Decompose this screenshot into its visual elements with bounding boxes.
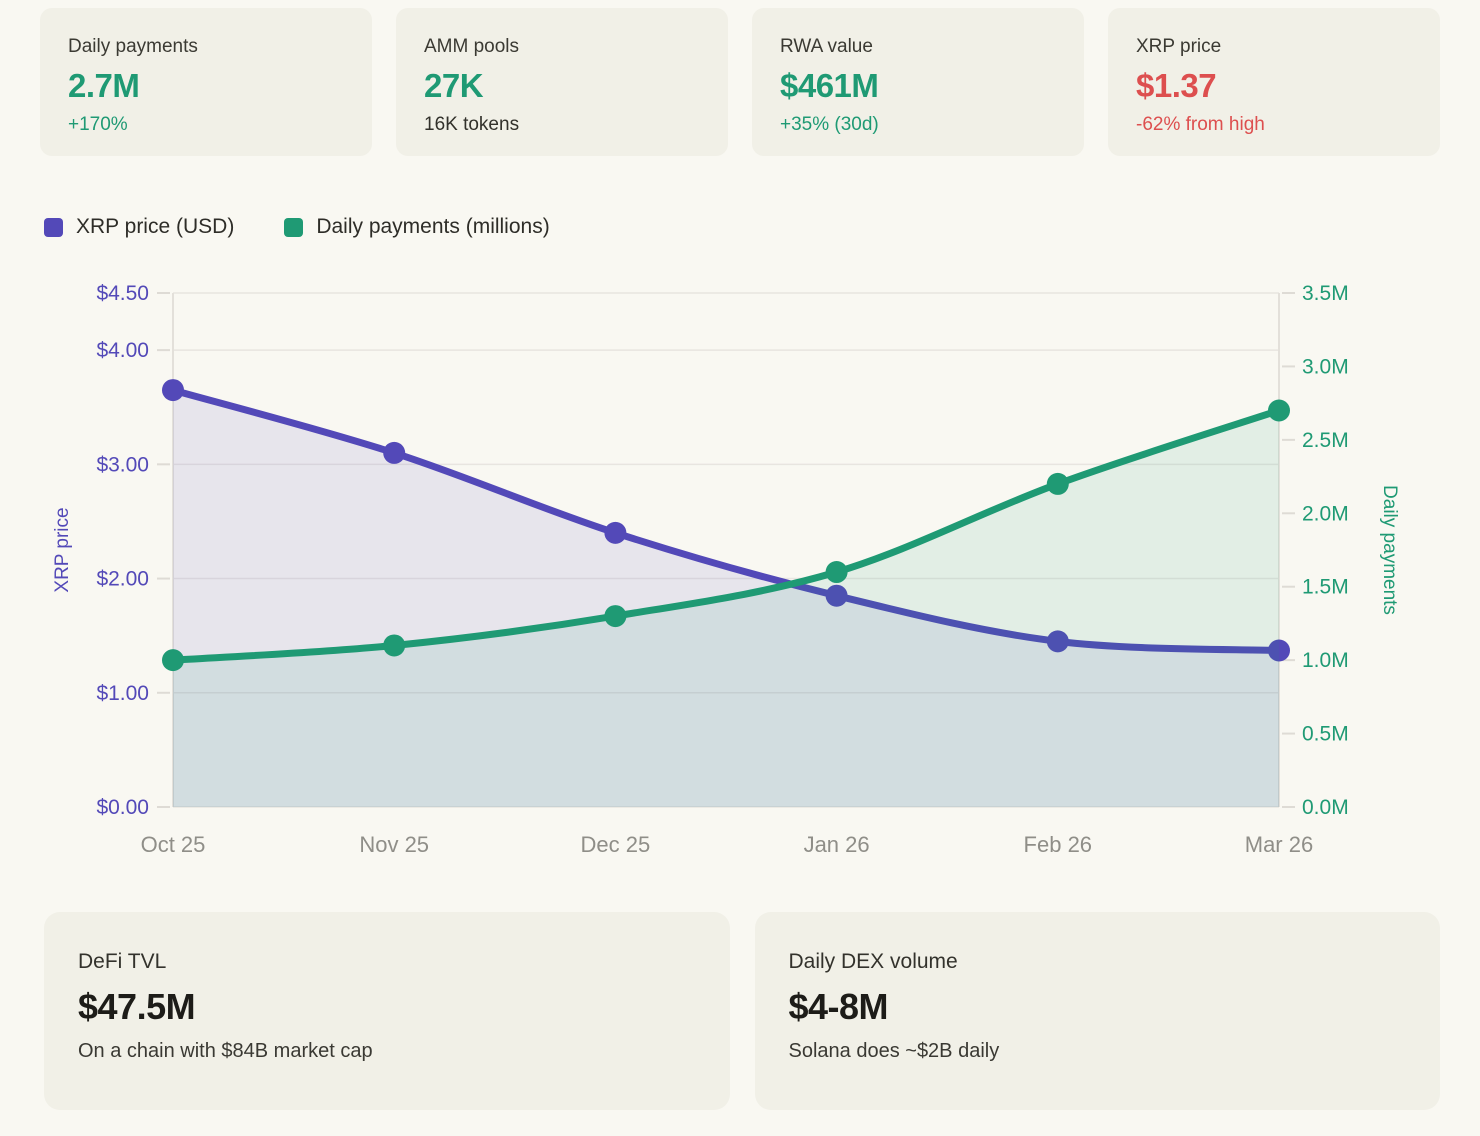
data-point <box>604 522 626 544</box>
stat-label: Daily payments <box>68 36 344 58</box>
stat-value: 27K <box>424 67 700 105</box>
left-axis-tick-label: $4.50 <box>96 282 149 305</box>
left-axis-tick-label: $0.00 <box>96 796 149 819</box>
stat-label: XRP price <box>1136 36 1412 58</box>
x-axis-tick-label: Nov 25 <box>359 832 429 857</box>
data-point <box>604 605 626 627</box>
card-sub: On a chain with $84B market cap <box>78 1040 694 1063</box>
right-axis-tick-label: 3.5M <box>1302 282 1349 305</box>
x-axis-tick-label: Jan 26 <box>804 832 870 857</box>
data-point <box>162 649 184 671</box>
card-defi-tvl: DeFi TVL $47.5M On a chain with $84B mar… <box>44 912 730 1110</box>
legend-swatch-green-icon <box>284 218 303 237</box>
stat-sub: +35% (30d) <box>780 114 1056 136</box>
x-axis: Oct 25 Nov 25 Dec 25 Jan 26 Feb 26 Mar 26 <box>141 832 1314 857</box>
x-axis-tick-label: Feb 26 <box>1024 832 1093 857</box>
card-value: $4-8M <box>789 986 1405 1028</box>
left-axis-tick-label: $2.00 <box>96 568 149 591</box>
legend-item-daily-payments[interactable]: Daily payments (millions) <box>284 215 549 239</box>
right-axis-tick-label: 3.0M <box>1302 355 1349 378</box>
right-axis-tick-label: 1.0M <box>1302 649 1349 672</box>
data-point <box>383 442 405 464</box>
data-point <box>383 634 405 656</box>
card-label: Daily DEX volume <box>789 950 1405 974</box>
card-daily-dex-volume: Daily DEX volume $4-8M Solana does ~$2B … <box>755 912 1441 1110</box>
x-axis-tick-label: Mar 26 <box>1245 832 1313 857</box>
stat-card-xrp-price: XRP price $1.37 -62% from high <box>1108 8 1440 156</box>
bottom-cards-row: DeFi TVL $47.5M On a chain with $84B mar… <box>44 912 1440 1110</box>
data-point <box>162 379 184 401</box>
stats-row: Daily payments 2.7M +170% AMM pools 27K … <box>40 8 1440 156</box>
legend-label: XRP price (USD) <box>76 215 234 239</box>
x-axis-tick-label: Dec 25 <box>581 832 651 857</box>
stat-label: AMM pools <box>424 36 700 58</box>
left-axis: $4.50 $4.00 $3.00 $2.00 $1.00 $0.00 XRP price <box>52 282 170 819</box>
stat-label: RWA value <box>780 36 1056 58</box>
right-axis-tick-label: 2.0M <box>1302 502 1349 525</box>
stat-card-daily-payments: Daily payments 2.7M +170% <box>40 8 372 156</box>
x-axis-tick-label: Oct 25 <box>141 832 206 857</box>
stat-card-amm-pools: AMM pools 27K 16K tokens <box>396 8 728 156</box>
legend-label: Daily payments (millions) <box>316 215 549 239</box>
data-point <box>1047 473 1069 495</box>
card-label: DeFi TVL <box>78 950 694 974</box>
right-axis-title: Daily payments <box>1379 485 1400 615</box>
stat-sub: +170% <box>68 114 344 136</box>
left-axis-tick-label: $4.00 <box>96 339 149 362</box>
dual-axis-line-chart: $4.50 $4.00 $3.00 $2.00 $1.00 $0.00 XRP price 3… <box>0 260 1480 880</box>
right-axis-tick-label: 1.5M <box>1302 576 1349 599</box>
card-value: $47.5M <box>78 986 694 1028</box>
left-axis-tick-label: $1.00 <box>96 682 149 705</box>
stat-value: 2.7M <box>68 67 344 105</box>
card-sub: Solana does ~$2B daily <box>789 1040 1405 1063</box>
legend-swatch-purple-icon <box>44 218 63 237</box>
legend-item-xrp-price[interactable]: XRP price (USD) <box>44 215 234 239</box>
stat-card-rwa-value: RWA value $461M +35% (30d) <box>752 8 1084 156</box>
right-axis: 3.5M 3.0M 2.5M 2.0M 1.5M 1.0M 0.5M 0.0M Daily pa… <box>1282 282 1400 819</box>
data-point <box>826 561 848 583</box>
stat-sub: 16K tokens <box>424 114 700 136</box>
right-axis-tick-label: 2.5M <box>1302 429 1349 452</box>
right-axis-tick-label: 0.5M <box>1302 723 1349 746</box>
stat-sub: -62% from high <box>1136 114 1412 136</box>
data-point <box>1268 399 1290 421</box>
right-axis-tick-label: 0.0M <box>1302 796 1349 819</box>
stat-value: $461M <box>780 67 1056 105</box>
left-axis-tick-label: $3.00 <box>96 453 149 476</box>
stat-value: $1.37 <box>1136 67 1412 105</box>
chart-legend: XRP price (USD) Daily payments (millions… <box>44 214 1440 240</box>
left-axis-title: XRP price <box>52 507 73 592</box>
